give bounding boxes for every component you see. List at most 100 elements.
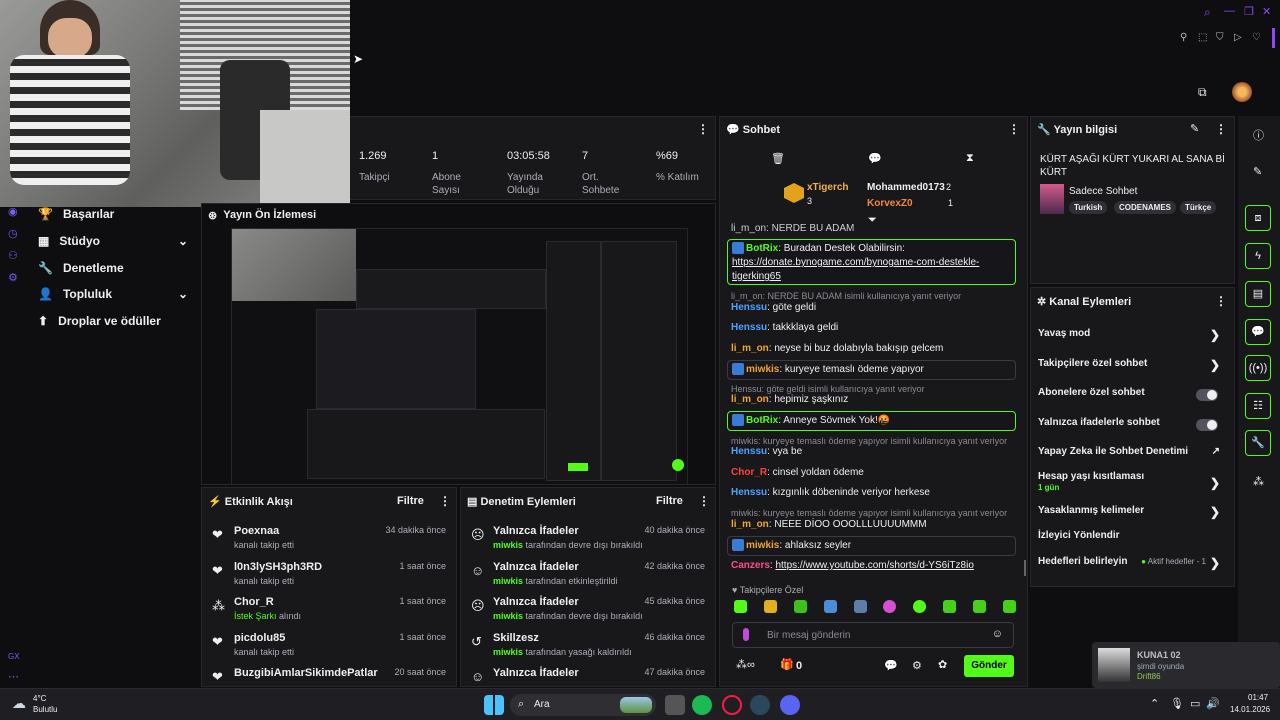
ai-moderation[interactable]: Yapay Zeka ile Sohbet Denetimi ↗ — [1038, 446, 1220, 466]
rail-button-broadcast[interactable]: ((•)) — [1245, 355, 1271, 381]
list-item[interactable]: ⁂ Chor_R İstek Şarkı alındı 1 saat önce — [202, 596, 456, 632]
nav-achievements[interactable]: 🏆 Başarılar — [38, 207, 114, 221]
shield-icon[interactable]: ⛉ — [1216, 32, 1224, 43]
rail-more-icon[interactable]: ⋯ — [8, 670, 19, 683]
gear-icon[interactable]: ⚙ — [912, 659, 922, 672]
rail-button-bolt[interactable]: ϟ — [1245, 243, 1271, 269]
moderation-menu-icon[interactable]: ⋮ — [698, 494, 710, 508]
chat-bubble-icon[interactable]: 💬 — [868, 152, 882, 165]
taskbar-search[interactable]: ⌕ Ara — [510, 694, 656, 716]
edit-icon[interactable]: ✎ — [1190, 122, 1199, 135]
chat-input[interactable]: Bir mesaj gönderin ☺ — [732, 622, 1014, 648]
emote-9-icon[interactable] — [973, 600, 986, 613]
tag[interactable]: Turkish — [1069, 201, 1108, 214]
community-icon[interactable]: ⁂∞ — [736, 658, 755, 671]
clock-time[interactable]: 01:47 — [1248, 693, 1268, 702]
list-item[interactable]: ☹ Yalnızca İfadeler miwkis tarafından devr… — [461, 525, 715, 561]
activity-filter-button[interactable]: Filtre — [397, 495, 424, 507]
chat-bubble-icon[interactable]: 💬 — [884, 659, 898, 672]
emote-4-icon[interactable] — [823, 600, 837, 613]
clock-date[interactable]: 14.01.2026 — [1230, 705, 1270, 714]
gifter-1-name[interactable]: xTigerch — [807, 182, 849, 193]
list-item[interactable]: ☺ Yalnızca İfadeler miwkis tarafından etki… — [461, 561, 715, 597]
emote-menu-icon[interactable]: ✿ — [938, 658, 947, 671]
pin-icon[interactable]: ⚲ — [1180, 32, 1187, 43]
heart-outline-icon[interactable]: ♡ — [1252, 32, 1261, 43]
activity-menu-icon[interactable]: ⋮ — [439, 494, 451, 508]
rail-button-chat[interactable]: 💬 — [1245, 319, 1271, 345]
list-item[interactable]: ↺ Skillzesz miwkis tarafından yasağı kaldı… — [461, 632, 715, 668]
discord-icon[interactable] — [780, 695, 800, 715]
weather-status[interactable]: Bulutlu — [33, 705, 57, 714]
chat-menu-icon[interactable]: ⋮ — [1008, 122, 1020, 136]
rail-people-icon[interactable]: ⚇ — [8, 249, 18, 262]
nav-community[interactable]: 👤 Topluluk ⌄ — [38, 287, 188, 301]
info-icon[interactable]: ⓘ — [1253, 127, 1264, 143]
emote-7-icon[interactable] — [913, 600, 927, 613]
set-goals[interactable]: Hedefleri belirleyin ● Aktif hedefler - 1… — [1038, 556, 1220, 576]
nav-studio[interactable]: ▦ Stüdyo ⌄ — [38, 234, 188, 248]
rail-settings-icon[interactable]: ⚙ — [8, 271, 18, 284]
chat-scrollbar[interactable] — [1024, 560, 1026, 576]
steam-icon[interactable] — [750, 695, 770, 715]
rail-button-doc[interactable]: ▤ — [1245, 281, 1271, 307]
emote-5-icon[interactable] — [853, 600, 867, 613]
slow-mode[interactable]: Yavaş mod ❯ — [1038, 328, 1220, 348]
emote-only-chat[interactable]: Yalnızca ifadelerle sohbet — [1038, 417, 1220, 437]
tag[interactable]: CODENAMES — [1114, 201, 1177, 214]
donate-link[interactable]: https://donate.bynogame.com/bynogame-com… — [732, 257, 979, 282]
gift-icon[interactable]: 🎁 — [780, 658, 794, 671]
emote-1-icon[interactable] — [734, 600, 747, 613]
play-icon[interactable]: ▷ — [1234, 32, 1242, 43]
restore-icon[interactable]: ❐ — [1244, 5, 1254, 18]
theater-icon[interactable]: ⧉ — [1198, 85, 1207, 100]
game-notification[interactable]: KUNA1 02 şimdi oyunda Drift86 — [1092, 642, 1280, 688]
close-icon[interactable]: ✕ — [1262, 5, 1271, 18]
banned-words[interactable]: Yasaklanmış kelimeler ❯ — [1038, 505, 1220, 525]
emote-6-icon[interactable] — [883, 600, 897, 613]
spotify-icon[interactable] — [692, 695, 712, 715]
search-icon[interactable]: ⌕ — [1204, 5, 1211, 20]
rail-home-icon[interactable]: ◉ — [8, 205, 18, 218]
community-icon[interactable]: ⁂ — [1253, 475, 1264, 488]
volume-icon[interactable]: 🔊 — [1206, 697, 1220, 710]
subscribers-only-chat[interactable]: Abonelere özel sohbet — [1038, 387, 1220, 407]
youtube-link[interactable]: https://www.youtube.com/shorts/d-YS6iTz8… — [775, 560, 973, 571]
rail-gx-label[interactable]: GX — [8, 652, 20, 661]
task-view-icon[interactable] — [665, 695, 685, 715]
account-age-restriction[interactable]: Hesap yaşı kısıtlaması 1 gün ❯ — [1038, 471, 1220, 497]
emote-10-icon[interactable] — [1002, 600, 1016, 613]
category-name[interactable]: Sadece Sohbet — [1069, 186, 1137, 197]
moderation-filter-button[interactable]: Filtre — [656, 495, 683, 507]
rail-button-list[interactable]: ☷ — [1245, 393, 1271, 419]
weather-temp[interactable]: 4°C — [33, 694, 46, 703]
toggle-switch[interactable] — [1196, 389, 1218, 401]
gifter-3-name[interactable]: KorvexZ0 — [867, 198, 913, 209]
list-item[interactable]: ❤ Poexnaa kanalı takip etti 34 dakika önce — [202, 525, 456, 561]
minimize-icon[interactable]: — — [1224, 5, 1235, 17]
pencil-icon[interactable]: ✎ — [1253, 165, 1262, 178]
nav-moderation[interactable]: 🔧 Denetleme — [38, 261, 124, 275]
windows-start-icon[interactable] — [484, 695, 504, 715]
emote-3-icon[interactable] — [793, 600, 807, 613]
avatar[interactable] — [1232, 82, 1252, 102]
followers-only-chat[interactable]: Takipçilere özel sohbet ❯ — [1038, 358, 1220, 378]
emote-2-icon[interactable] — [763, 600, 777, 613]
send-button[interactable]: Gönder — [964, 655, 1014, 677]
stream-info-menu-icon[interactable]: ⋮ — [1215, 122, 1227, 136]
list-item[interactable]: ❤ l0n3lySH3ph3RD kanalı takip etti 1 saat ö… — [202, 561, 456, 597]
chevron-up-icon[interactable]: ⌃ — [1150, 697, 1159, 710]
rail-button-screen[interactable]: ⧈ — [1245, 205, 1271, 231]
channel-actions-menu-icon[interactable]: ⋮ — [1215, 294, 1227, 308]
rail-clock-icon[interactable]: ◷ — [8, 227, 18, 240]
stats-menu-icon[interactable]: ⋮ — [697, 122, 709, 136]
opera-gx-icon[interactable] — [722, 695, 742, 715]
mic-icon[interactable]: 🎙 — [1170, 697, 1184, 710]
hourglass-icon[interactable]: ⧗ — [966, 152, 974, 165]
list-item[interactable]: ❤ picdolu85 kanalı takip etti 1 saat önce — [202, 632, 456, 668]
trash-icon[interactable]: 🗑 — [771, 152, 785, 165]
network-icon[interactable]: ▭ — [1190, 697, 1200, 710]
gifter-2-name[interactable]: Mohammed0173 — [867, 182, 945, 193]
raid-viewers[interactable]: İzleyici Yönlendir — [1038, 530, 1220, 550]
preview-video[interactable] — [231, 228, 688, 485]
